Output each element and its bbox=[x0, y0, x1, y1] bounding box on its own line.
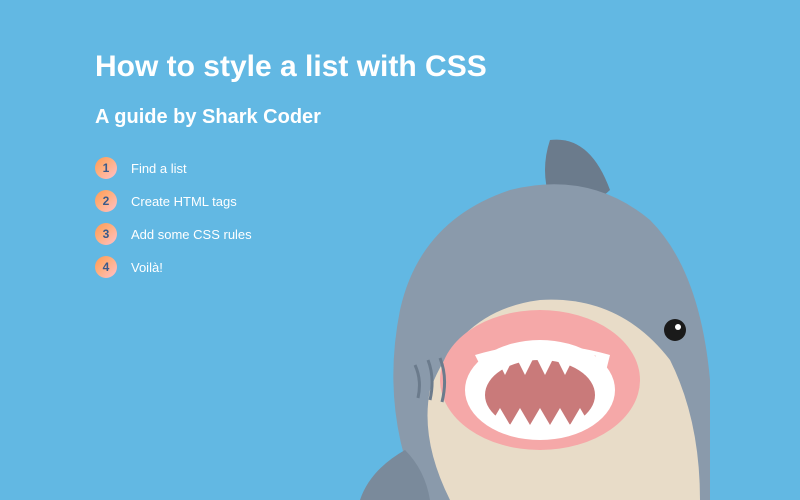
page-subtitle: A guide by Shark Coder bbox=[95, 106, 705, 129]
number-badge: 1 bbox=[95, 157, 117, 179]
list-item: 3 Add some CSS rules bbox=[95, 223, 705, 245]
list-item: 4 Voilà! bbox=[95, 256, 705, 278]
number-badge: 3 bbox=[95, 223, 117, 245]
list-item: 2 Create HTML tags bbox=[95, 190, 705, 212]
list-item: 1 Find a list bbox=[95, 157, 705, 179]
content-area: How to style a list with CSS A guide by … bbox=[0, 0, 800, 339]
list-item-text: Create HTML tags bbox=[131, 194, 237, 209]
list-item-text: Add some CSS rules bbox=[131, 227, 252, 242]
list-item-text: Find a list bbox=[131, 161, 187, 176]
page-title: How to style a list with CSS bbox=[95, 50, 705, 84]
list-item-text: Voilà! bbox=[131, 260, 163, 275]
number-badge: 2 bbox=[95, 190, 117, 212]
number-badge: 4 bbox=[95, 256, 117, 278]
steps-list: 1 Find a list 2 Create HTML tags 3 Add s… bbox=[95, 157, 705, 278]
